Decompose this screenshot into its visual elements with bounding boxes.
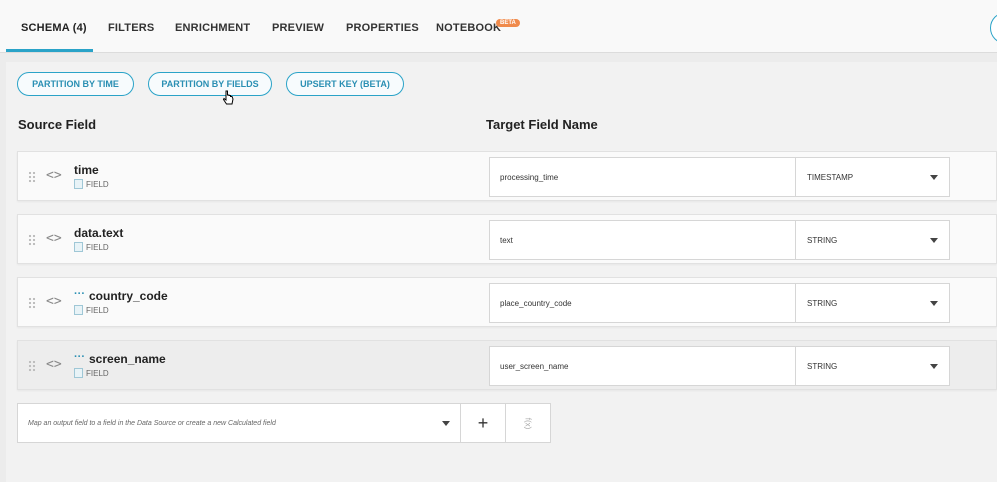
nested-path-icon[interactable]: ···: [74, 351, 85, 363]
function-icon: f(x): [523, 417, 533, 429]
field-type-label: FIELD: [74, 305, 109, 315]
field-doc-icon: [74, 368, 83, 378]
target-field-input[interactable]: text: [489, 220, 796, 260]
field-type-label: FIELD: [74, 368, 109, 378]
source-field-name: screen_name: [89, 352, 166, 366]
drag-handle-icon[interactable]: [28, 234, 36, 246]
chevron-down-icon: [442, 420, 450, 426]
code-brackets-icon: <>: [46, 357, 62, 372]
drag-handle-icon[interactable]: [28, 171, 36, 183]
chevron-down-icon: [930, 363, 938, 369]
chevron-down-icon: [930, 300, 938, 306]
target-field-header: Target Field Name: [486, 117, 598, 132]
upsert-key-button[interactable]: UPSERT KEY (BETA): [286, 72, 404, 96]
drag-handle-icon[interactable]: [28, 297, 36, 309]
field-type-label: FIELD: [74, 179, 109, 189]
field-type-select[interactable]: STRING: [796, 220, 950, 260]
calculated-field-button[interactable]: f(x): [506, 403, 551, 443]
target-field-input[interactable]: place_country_code: [489, 283, 796, 323]
chevron-down-icon: [930, 237, 938, 243]
field-doc-icon: [74, 242, 83, 252]
source-field-name: data.text: [74, 226, 124, 240]
drag-handle-icon[interactable]: [28, 360, 36, 372]
partition-by-fields-button[interactable]: PARTITION BY FIELDS: [148, 72, 272, 96]
field-type-select[interactable]: STRING: [796, 283, 950, 323]
mouse-pointer-icon: [222, 90, 234, 105]
nested-path-icon[interactable]: ···: [74, 288, 85, 300]
field-doc-icon: [74, 179, 83, 189]
tab-bar: SCHEMA (4) FILTERS ENRICHMENT PREVIEW PR…: [0, 0, 997, 53]
schema-row: <> ··· screen_name FIELD user_screen_nam…: [17, 340, 997, 390]
circle-action-button[interactable]: [990, 12, 997, 44]
target-field-input[interactable]: processing_time: [489, 157, 796, 197]
source-field-header: Source Field: [18, 117, 97, 132]
tab-notebook[interactable]: NOTEBOOK: [436, 22, 501, 34]
schema-row: <> ··· country_code FIELD place_country_…: [17, 277, 997, 327]
tab-filters[interactable]: FILTERS: [108, 22, 154, 34]
code-brackets-icon: <>: [46, 231, 62, 246]
target-field-input[interactable]: user_screen_name: [489, 346, 796, 386]
tab-properties[interactable]: PROPERTIES: [346, 22, 419, 34]
map-field-placeholder: Map an output field to a field in the Da…: [28, 419, 276, 427]
source-field-name: country_code: [89, 289, 168, 303]
field-type-select[interactable]: STRING: [796, 346, 950, 386]
source-field-name: time: [74, 163, 99, 177]
tab-preview[interactable]: PREVIEW: [272, 22, 324, 34]
tab-enrichment[interactable]: ENRICHMENT: [175, 22, 250, 34]
field-type-select[interactable]: TIMESTAMP: [796, 157, 950, 197]
field-type-label: FIELD: [74, 242, 109, 252]
map-field-select[interactable]: Map an output field to a field in the Da…: [17, 403, 461, 443]
schema-row: <> time FIELD processing_time TIMESTAMP: [17, 151, 997, 201]
active-tab-indicator: [6, 49, 93, 52]
add-field-button[interactable]: +: [461, 403, 506, 443]
partition-by-time-button[interactable]: PARTITION BY TIME: [17, 72, 134, 96]
schema-row: <> data.text FIELD text STRING: [17, 214, 997, 264]
code-brackets-icon: <>: [46, 168, 62, 183]
field-doc-icon: [74, 305, 83, 315]
tab-schema[interactable]: SCHEMA (4): [21, 22, 87, 34]
code-brackets-icon: <>: [46, 294, 62, 309]
beta-badge: BETA: [496, 19, 520, 27]
chevron-down-icon: [930, 174, 938, 180]
